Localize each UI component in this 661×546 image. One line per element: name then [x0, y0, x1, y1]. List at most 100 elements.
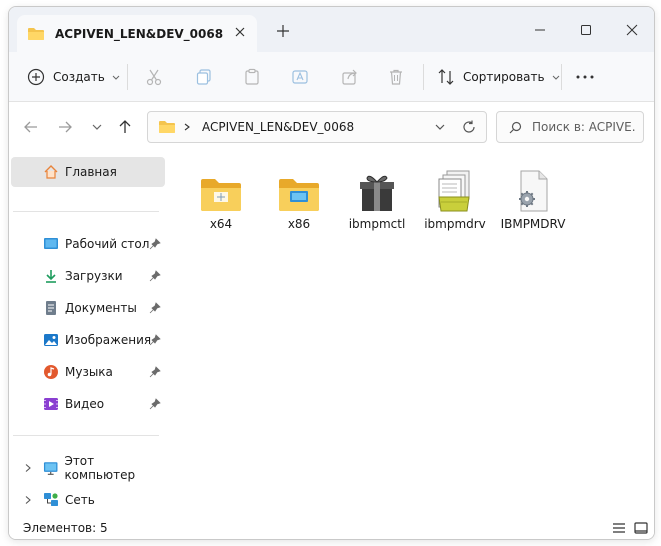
explorer-window: ACPIVEN_LEN&DEV_0068 Создать Сортировать… — [8, 6, 655, 540]
sidebar-item-label: Изображения — [65, 333, 152, 347]
create-button[interactable]: Создать — [27, 62, 121, 92]
trash-icon — [390, 69, 402, 85]
pin-icon[interactable] — [149, 238, 161, 250]
sidebar-item-label: Главная — [65, 165, 117, 179]
back-button[interactable] — [21, 117, 41, 137]
sidebar-item-desktop[interactable]: Рабочий стол — [11, 229, 165, 259]
arrow-left-icon — [24, 121, 37, 133]
system-file-gear-icon — [509, 165, 557, 213]
more-options-button[interactable] — [575, 62, 595, 92]
pin-icon[interactable] — [149, 334, 161, 346]
chevron-down-icon — [112, 75, 120, 80]
chevron-down-icon[interactable] — [434, 121, 446, 133]
close-tab-icon[interactable] — [233, 25, 247, 39]
sidebar-divider — [13, 211, 159, 212]
rename-button[interactable] — [291, 62, 309, 92]
details-view-icon[interactable] — [611, 520, 627, 536]
share-button[interactable] — [341, 62, 359, 92]
navigation-pane: Главная Рабочий стол Загрузки Документы … — [9, 153, 167, 515]
pin-icon[interactable] — [149, 302, 161, 314]
file-name: x64 — [209, 217, 233, 231]
address-bar[interactable]: ACPIVEN_LEN&DEV_0068 — [147, 111, 487, 143]
file-item-ibmpmctl[interactable]: ibmpmctl — [339, 165, 415, 237]
new-tab-icon[interactable] — [275, 23, 291, 39]
chevron-right-icon — [184, 123, 190, 131]
sort-button[interactable]: Сортировать — [437, 62, 561, 92]
search-box[interactable]: Поиск в: ACPIVE... — [496, 111, 644, 143]
file-item-x86[interactable]: x86 — [261, 165, 337, 237]
sidebar-item-this-pc[interactable]: Этот компьютер — [11, 453, 165, 483]
copy-button[interactable] — [195, 62, 213, 92]
chevron-down-icon — [92, 124, 102, 130]
sidebar-item-pictures[interactable]: Изображения — [11, 325, 165, 355]
arrow-up-icon — [119, 120, 131, 133]
file-name: x86 — [287, 217, 311, 231]
sidebar-item-network[interactable]: Сеть — [11, 485, 165, 515]
pin-icon[interactable] — [149, 270, 161, 282]
sidebar-item-label: Документы — [65, 301, 137, 315]
chevron-right-icon[interactable] — [23, 463, 33, 473]
rename-icon — [292, 70, 308, 84]
maximize-button[interactable] — [563, 15, 609, 45]
image-icon — [44, 334, 58, 346]
folder-icon — [197, 165, 245, 213]
pin-icon[interactable] — [149, 398, 161, 410]
tiles-view-icon[interactable] — [633, 520, 649, 536]
recent-locations-button[interactable] — [87, 117, 107, 137]
sidebar-item-label: Видео — [65, 397, 105, 411]
sidebar-item-videos[interactable]: Видео — [11, 389, 165, 419]
video-icon — [44, 398, 58, 410]
close-button[interactable] — [609, 15, 654, 45]
refresh-icon[interactable] — [462, 120, 476, 134]
sidebar-item-downloads[interactable]: Загрузки — [11, 261, 165, 291]
forward-button[interactable] — [55, 117, 75, 137]
create-label: Создать — [53, 70, 105, 84]
desktop-icon — [44, 238, 58, 249]
status-bar: Элементов: 5 — [9, 515, 654, 539]
network-icon — [44, 493, 58, 506]
copy-icon — [196, 69, 211, 85]
file-name: IBMPMDRV — [500, 217, 566, 231]
search-icon — [509, 121, 522, 133]
add-circle-icon — [27, 68, 45, 86]
cut-button[interactable] — [145, 62, 163, 92]
download-icon — [46, 270, 56, 283]
tab-title: ACPIVEN_LEN&DEV_0068 — [55, 26, 224, 41]
folder-icon — [159, 121, 175, 133]
sidebar-item-documents[interactable]: Документы — [11, 293, 165, 323]
music-icon — [44, 365, 58, 379]
chevron-right-icon[interactable] — [23, 495, 33, 505]
paste-button[interactable] — [243, 62, 261, 92]
folder-icon — [275, 165, 323, 213]
sidebar-item-home[interactable]: Главная — [11, 157, 165, 187]
sidebar-item-label: Сеть — [65, 493, 95, 507]
toolbar-divider — [423, 64, 424, 90]
sort-icon — [438, 69, 454, 85]
file-name: ibmpmdrv — [424, 217, 486, 231]
file-item-x64[interactable]: x64 — [183, 165, 259, 237]
delete-button[interactable] — [387, 62, 405, 92]
toolbar-divider — [561, 64, 562, 90]
setup-information-icon — [431, 165, 479, 213]
file-name: ibmpmctl — [348, 217, 406, 231]
minimize-button[interactable] — [517, 15, 563, 45]
up-button[interactable] — [115, 117, 135, 137]
installer-gift-icon — [353, 165, 401, 213]
address-row: ACPIVEN_LEN&DEV_0068 Поиск в: ACPIVE... — [9, 103, 654, 153]
folder-icon — [28, 27, 44, 40]
toolbar-divider — [127, 64, 128, 90]
file-item-ibmpmdrv[interactable]: ibmpmdrv — [417, 165, 493, 237]
pin-icon[interactable] — [149, 366, 161, 378]
item-count: Элементов: 5 — [23, 521, 108, 535]
document-icon — [46, 301, 56, 315]
active-tab[interactable]: ACPIVEN_LEN&DEV_0068 — [17, 15, 257, 52]
sidebar-item-label: Рабочий стол — [65, 237, 150, 251]
paste-icon — [245, 68, 259, 85]
sidebar-item-music[interactable]: Музыка — [11, 357, 165, 387]
share-icon — [342, 69, 357, 85]
address-path: ACPIVEN_LEN&DEV_0068 — [202, 120, 355, 134]
command-bar: Создать Сортировать — [9, 52, 654, 102]
file-item-IBMPMDRV[interactable]: IBMPMDRV — [495, 165, 571, 237]
maximize-icon — [581, 25, 591, 35]
sidebar-divider — [13, 435, 159, 436]
